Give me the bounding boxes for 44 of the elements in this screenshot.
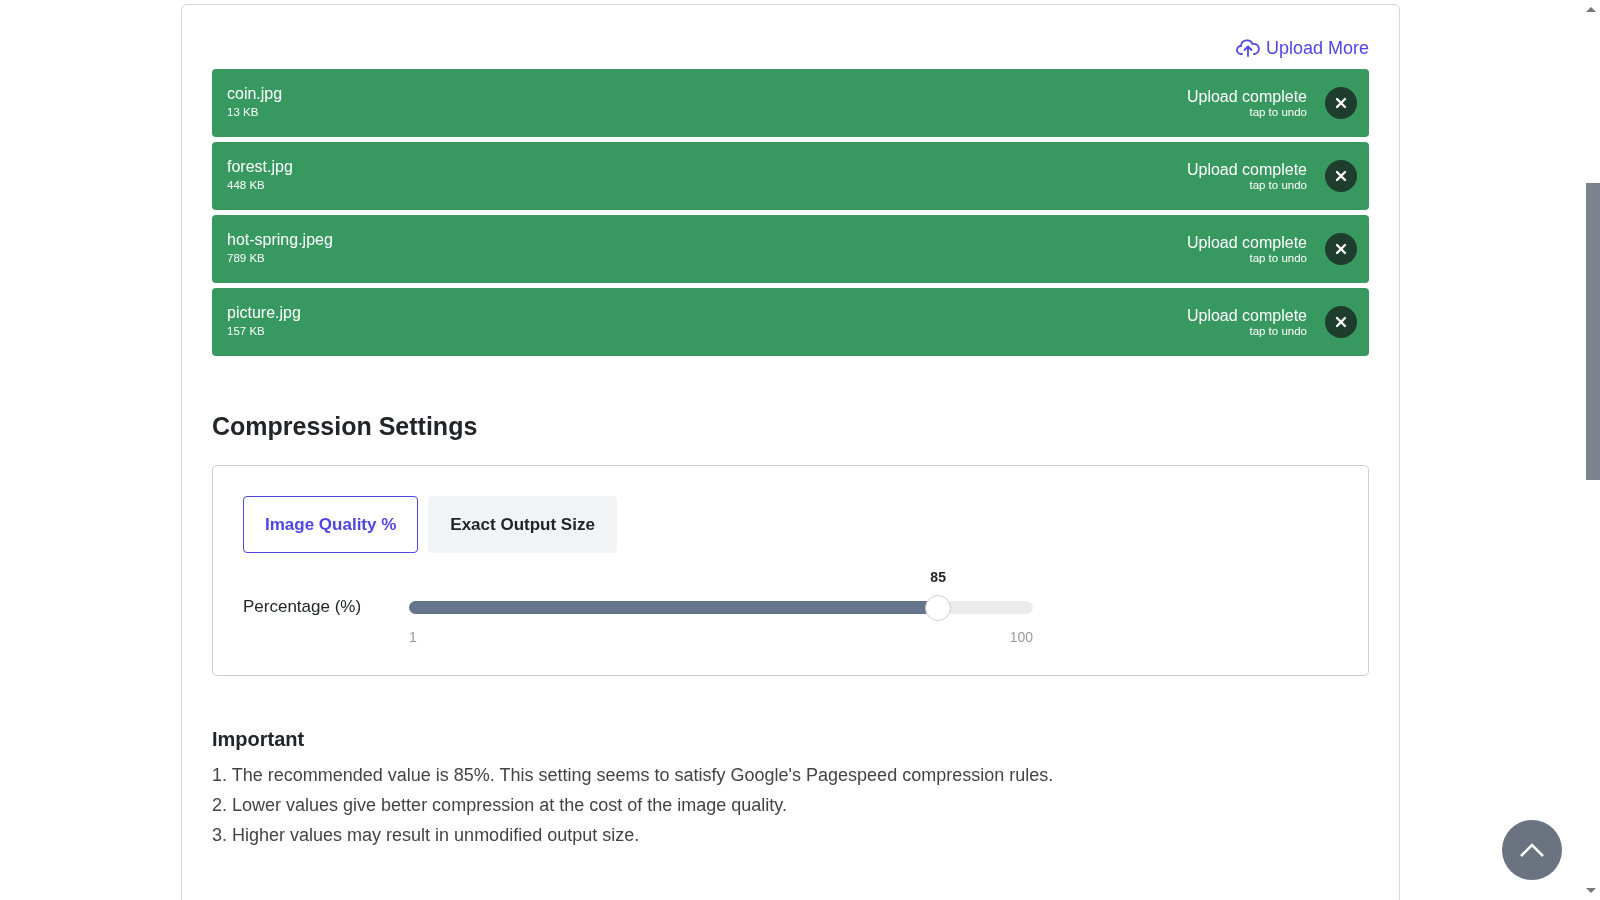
remove-button[interactable] [1325,87,1357,119]
cloud-upload-icon [1235,38,1260,58]
upload-more-link[interactable]: Upload More [1235,35,1369,61]
tab[interactable]: Exact Output Size [428,496,617,553]
scroll-down-icon[interactable] [1586,888,1596,894]
note-text: 3. Higher values may result in unmodified output size. [212,825,641,846]
file-name: hot-spring.jpeg [227,230,334,249]
file-size: 448 KB [227,178,266,191]
min-label: 1 [409,629,417,645]
undo-hint: tap to undo [1249,106,1307,118]
remove-button[interactable] [1325,160,1357,192]
scrollbar-thumb[interactable] [1586,183,1600,480]
file-size: 789 KB [227,251,266,264]
slider-label: Percentage (%) [243,597,363,617]
file-size: 13 KB [227,105,260,118]
scroll-up-icon[interactable] [1586,6,1596,12]
slider-track[interactable] [409,595,1033,621]
remove-button[interactable] [1325,306,1357,338]
tab[interactable]: Image Quality % [243,496,419,553]
scroll-to-top-button[interactable] [1502,820,1562,880]
note-text: 1. The recommended value is 85%. This setting seems to satisfy Google's Pagespeed compression rules. [212,765,1055,786]
slider-value: 85 [930,569,946,585]
file-name: picture.jpg [227,303,302,322]
upload-status: Upload complete [1186,88,1307,106]
section-title: Compression Settings [212,412,479,441]
notes-title: Important [212,728,306,751]
chevron-up-icon [1519,842,1545,858]
undo-hint: tap to undo [1249,252,1307,264]
note-text: 2. Lower values give better compression at the cost of the image quality. [212,795,788,816]
remove-button[interactable] [1325,233,1357,265]
max-label: 100 [1009,629,1033,645]
close-icon [1335,97,1347,109]
file-name: forest.jpg [227,157,294,176]
undo-hint: tap to undo [1249,179,1307,191]
slider-thumb[interactable] [925,595,952,621]
close-icon [1335,243,1347,255]
upload-status: Upload complete [1186,307,1307,325]
close-icon [1335,170,1347,182]
upload-status: Upload complete [1186,234,1307,252]
undo-hint: tap to undo [1249,325,1307,337]
file-size: 157 KB [227,324,266,337]
file-name: coin.jpg [227,84,284,103]
upload-status: Upload complete [1186,161,1307,179]
close-icon [1335,316,1347,328]
